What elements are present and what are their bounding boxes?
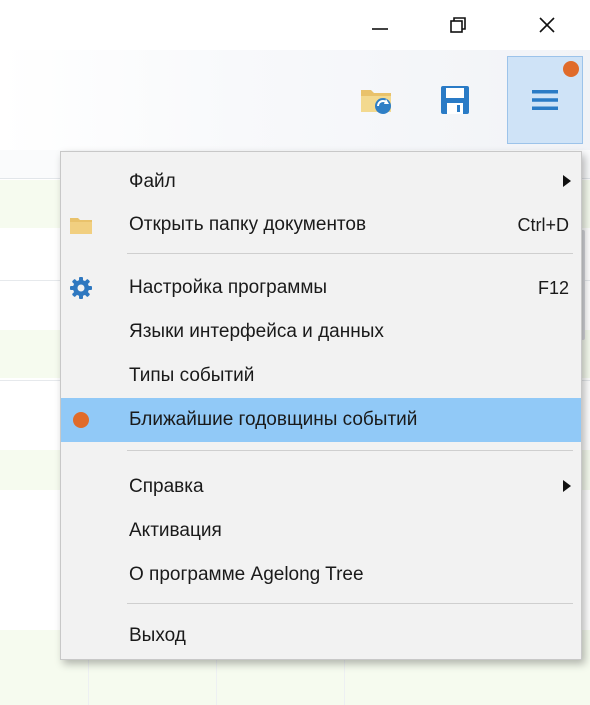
close-icon (539, 17, 555, 33)
menu-item-shortcut: F12 (537, 278, 569, 298)
menu-separator (127, 450, 573, 451)
menu-item-label: Файл (129, 171, 176, 192)
title-bar (0, 0, 590, 50)
menu-item-languages[interactable]: Языки интерфейса и данных (61, 310, 581, 354)
minimize-icon (372, 28, 388, 30)
gear-icon (67, 274, 95, 302)
folder-open-icon (361, 90, 391, 114)
minimize-button[interactable] (355, 0, 405, 50)
app-window: Файл Открыть папку документов Ctrl+D Нас… (0, 0, 590, 705)
restore-icon (450, 17, 466, 33)
submenu-arrow-icon (563, 175, 571, 187)
menu-separator (127, 603, 573, 604)
menu-item-label: Открыть папку документов (129, 214, 367, 235)
menu-item-help[interactable]: Справка (61, 465, 581, 509)
menu-item-label: Выход (129, 625, 186, 646)
menu-item-open-documents-folder[interactable]: Открыть папку документов Ctrl+D (61, 203, 581, 247)
menu-item-label: Языки интерфейса и данных (129, 321, 384, 342)
menu-separator (127, 253, 573, 254)
menu-item-file[interactable]: Файл (61, 160, 581, 204)
close-button[interactable] (522, 0, 572, 50)
menu-item-label: Настройка программы (129, 277, 328, 298)
menu-item-activation[interactable]: Активация (61, 509, 581, 553)
submenu-arrow-icon (563, 480, 571, 492)
menu-item-exit[interactable]: Выход (61, 614, 581, 658)
toolbar (0, 50, 590, 150)
open-folder-button[interactable] (340, 56, 414, 144)
menu-item-about[interactable]: О программе Agelong Tree (61, 553, 581, 597)
menu-item-label: Справка (129, 476, 204, 497)
folder-icon (67, 211, 95, 239)
menu-item-shortcut: Ctrl+D (517, 215, 569, 235)
save-icon (441, 86, 469, 114)
main-menu-button[interactable] (507, 56, 583, 144)
hamburger-menu-icon (532, 90, 558, 110)
menu-item-upcoming-anniversaries[interactable]: Ближайшие годовщины событий (61, 398, 581, 442)
menu-item-label: Активация (129, 520, 222, 541)
menu-item-label: Типы событий (129, 365, 255, 386)
menu-item-label: Ближайшие годовщины событий (129, 409, 418, 430)
save-button[interactable] (418, 56, 492, 144)
restore-button[interactable] (433, 0, 483, 50)
orange-dot-icon (67, 406, 95, 434)
notification-dot (563, 61, 579, 77)
menu-item-label: О программе Agelong Tree (129, 564, 364, 585)
menu-item-event-types[interactable]: Типы событий (61, 354, 581, 398)
menu-item-program-settings[interactable]: Настройка программы F12 (61, 266, 581, 310)
main-menu: Файл Открыть папку документов Ctrl+D Нас… (60, 151, 582, 660)
